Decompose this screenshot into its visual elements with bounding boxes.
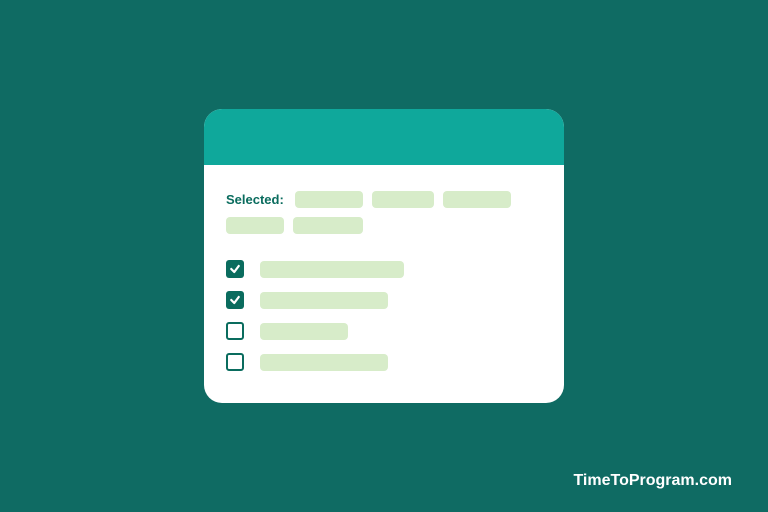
checkbox-checked-icon[interactable]: [226, 291, 244, 309]
checkbox-unchecked-icon[interactable]: [226, 322, 244, 340]
panel-header: [204, 109, 564, 165]
selected-label: Selected:: [226, 192, 284, 207]
option-row[interactable]: [226, 260, 542, 278]
watermark-text: TimeToProgram.com: [573, 472, 732, 490]
option-row[interactable]: [226, 353, 542, 371]
panel-body: Selected:: [204, 165, 564, 403]
panel-card: Selected:: [204, 109, 564, 403]
option-row[interactable]: [226, 322, 542, 340]
option-label-placeholder: [260, 292, 388, 309]
option-label-placeholder: [260, 354, 388, 371]
options-list: [226, 260, 542, 371]
selected-chip[interactable]: [443, 191, 511, 208]
option-row[interactable]: [226, 291, 542, 309]
selected-chip[interactable]: [293, 217, 363, 234]
selected-chip[interactable]: [372, 191, 434, 208]
selected-tags-row: Selected:: [226, 191, 542, 234]
checkbox-checked-icon[interactable]: [226, 260, 244, 278]
option-label-placeholder: [260, 261, 404, 278]
checkbox-unchecked-icon[interactable]: [226, 353, 244, 371]
selected-chip[interactable]: [295, 191, 363, 208]
selected-chip[interactable]: [226, 217, 284, 234]
option-label-placeholder: [260, 323, 348, 340]
